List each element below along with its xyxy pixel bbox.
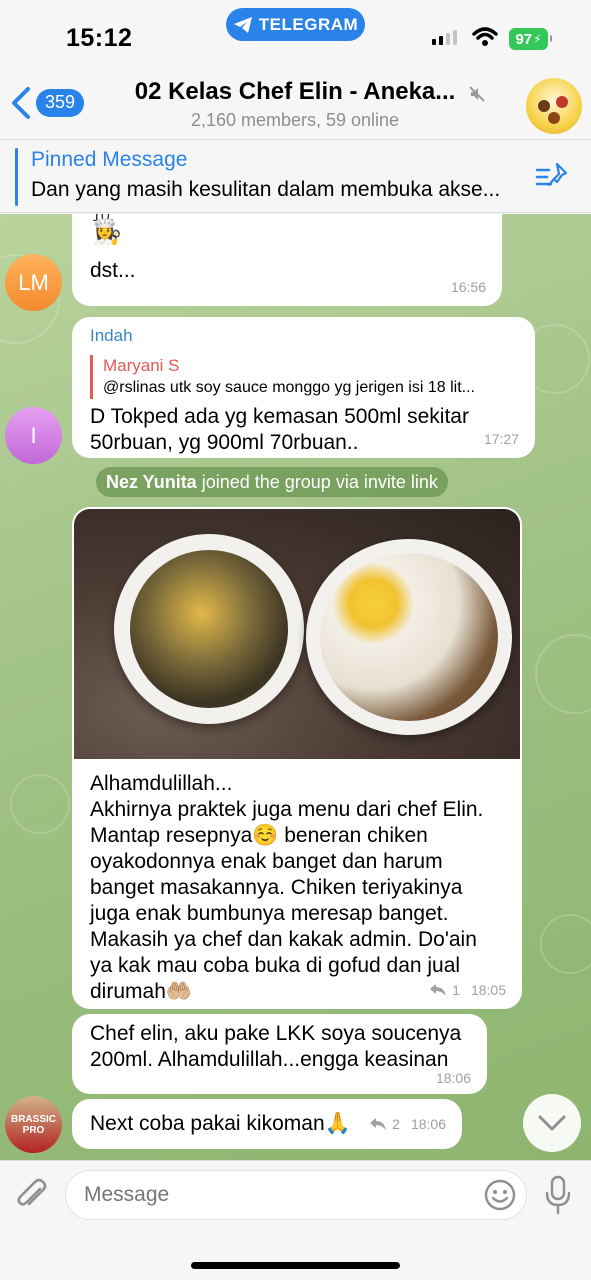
message-meta: 1 18:05 [429, 977, 506, 1003]
message-text-line: D Tokped ada yg kemasan 500ml sekitar [90, 405, 469, 428]
telegram-pill-label: TELEGRAM [258, 14, 359, 34]
service-text: joined the group via invite link [201, 472, 438, 492]
pinned-indicator [15, 148, 18, 206]
photo-message-bubble[interactable]: Alhamdulillah... Akhirnya praktek juga m… [72, 507, 522, 1009]
scroll-down-button[interactable] [523, 1094, 581, 1152]
message-meta: 16:56 [451, 274, 486, 300]
pinned-text: Dan yang masih kesulitan dalam membuka a… [31, 178, 501, 201]
avatar-initials: I [30, 422, 37, 448]
chevron-left-icon [12, 87, 30, 119]
back-button[interactable]: 359 [10, 86, 85, 120]
chef-emoji: 👩‍🍳 [92, 219, 122, 246]
caption-line: Akhirnya praktek juga menu dari chef Eli… [90, 798, 484, 821]
food-photo[interactable] [74, 509, 520, 759]
photo-caption: Alhamdulillah... Akhirnya praktek juga m… [90, 771, 510, 1005]
message-input[interactable] [65, 1170, 527, 1220]
battery-icon: 97 ⚡ [509, 28, 552, 50]
group-avatar[interactable] [526, 78, 582, 134]
emoji-icon[interactable] [484, 1179, 516, 1211]
message-bubble[interactable]: Indah Maryani S @rslinas utk soy sauce m… [72, 317, 535, 458]
home-indicator [191, 1262, 400, 1269]
reply-count: 1 [452, 982, 460, 998]
status-bar: 15:12 TELEGRAM 97 ⚡ [0, 0, 591, 70]
unread-count-badge: 359 [36, 89, 85, 117]
message-text-line: 50rbuan, yg 900ml 70rbuan.. [90, 431, 359, 454]
background-doodle [10, 774, 70, 834]
message-text: dst... [90, 259, 136, 282]
telegram-pill[interactable]: TELEGRAM [226, 8, 365, 41]
clock: 15:12 [66, 24, 133, 52]
message-bubble[interactable]: 10. 👩‍🍳 dst... 16:56 [72, 214, 502, 306]
cellular-signal-icon [432, 30, 457, 45]
pinned-message-bar[interactable]: Pinned Message Dan yang masih kesulitan … [0, 139, 591, 213]
reply-arrow-icon[interactable] [369, 1117, 387, 1131]
message-meta: 18:06 [436, 1065, 471, 1091]
chat-area[interactable]: 10. 👩‍🍳 dst... 16:56 LM Indah Maryani S … [0, 214, 591, 1160]
wifi-icon [472, 27, 498, 46]
telegram-plane-icon [233, 16, 252, 33]
avatar[interactable]: LM [5, 254, 62, 311]
reply-arrow-icon[interactable] [429, 983, 447, 997]
avatar-initials: LM [18, 269, 49, 295]
composer-bar [0, 1160, 591, 1280]
background-doodle [535, 634, 591, 714]
chat-subtitle: 2,160 members, 59 online [190, 110, 400, 130]
reply-text: @rslinas utk soy sauce monggo yg jerigen… [103, 379, 475, 396]
caption-line: oyakodonnya enak banget dan harum [90, 850, 443, 873]
chevron-down-icon [538, 1115, 566, 1131]
reply-preview[interactable]: Maryani S @rslinas utk soy sauce monggo … [90, 355, 517, 399]
reply-count: 2 [392, 1116, 400, 1132]
avatar[interactable]: I [5, 407, 62, 464]
caption-line: banget masakannya. Chiken teriyakinya [90, 876, 463, 899]
microphone-icon[interactable] [543, 1175, 573, 1215]
food-oyakodon [130, 550, 288, 708]
message-meta: 17:27 [484, 426, 519, 452]
message-time: 16:56 [450, 279, 486, 295]
caption-line: ya kak mau coba buka di gofud dan jual [90, 954, 461, 977]
caption-line: Makasih ya chef dan kakak admin. Do'ain [90, 928, 477, 951]
bowl-left [114, 534, 304, 724]
muted-icon [469, 86, 485, 102]
pinned-list-icon[interactable] [535, 162, 569, 192]
message-bubble[interactable]: Chef elin, aku pake LKK soya soucenya 20… [72, 1014, 487, 1094]
message-time: 18:05 [470, 982, 506, 998]
food-teriyaki [320, 553, 498, 721]
pinned-title: Pinned Message [31, 148, 188, 171]
chat-title[interactable]: 02 Kelas Chef Elin - Aneka... [110, 78, 480, 106]
avatar[interactable]: BRASSIC PRO [5, 1096, 62, 1153]
background-doodle [540, 914, 591, 974]
battery-level: 97 [515, 30, 533, 48]
message-text-line: Chef elin, aku pake LKK soya soucenya [90, 1022, 462, 1045]
caption-line: Mantap resepnya☺️ beneran chiken [90, 824, 428, 847]
caption-line: Alhamdulillah... [90, 772, 233, 795]
avatar-label: BRASSIC PRO [10, 1113, 56, 1136]
message-meta: 2 18:06 [369, 1111, 446, 1137]
caption-line: juga enak bumbunya meresap banget. [90, 902, 449, 925]
chat-header: 359 02 Kelas Chef Elin - Aneka... 2,160 … [0, 70, 591, 138]
message-bubble[interactable]: Next coba pakai kikoman🙏 2 18:06 [72, 1099, 462, 1149]
joined-user-name[interactable]: Nez Yunita [106, 472, 197, 492]
message-time: 18:06 [410, 1116, 446, 1132]
reply-sender: Maryani S [103, 356, 180, 375]
sender-name: Indah [90, 326, 133, 345]
message-time: 17:27 [483, 431, 519, 447]
message-text-line: 200ml. Alhamdulillah...engga keasinan [90, 1048, 449, 1071]
bowl-right [306, 539, 512, 735]
paperclip-icon[interactable] [14, 1175, 50, 1215]
message-time: 18:06 [435, 1070, 471, 1086]
service-message: Nez Yunita joined the group via invite l… [96, 467, 448, 497]
